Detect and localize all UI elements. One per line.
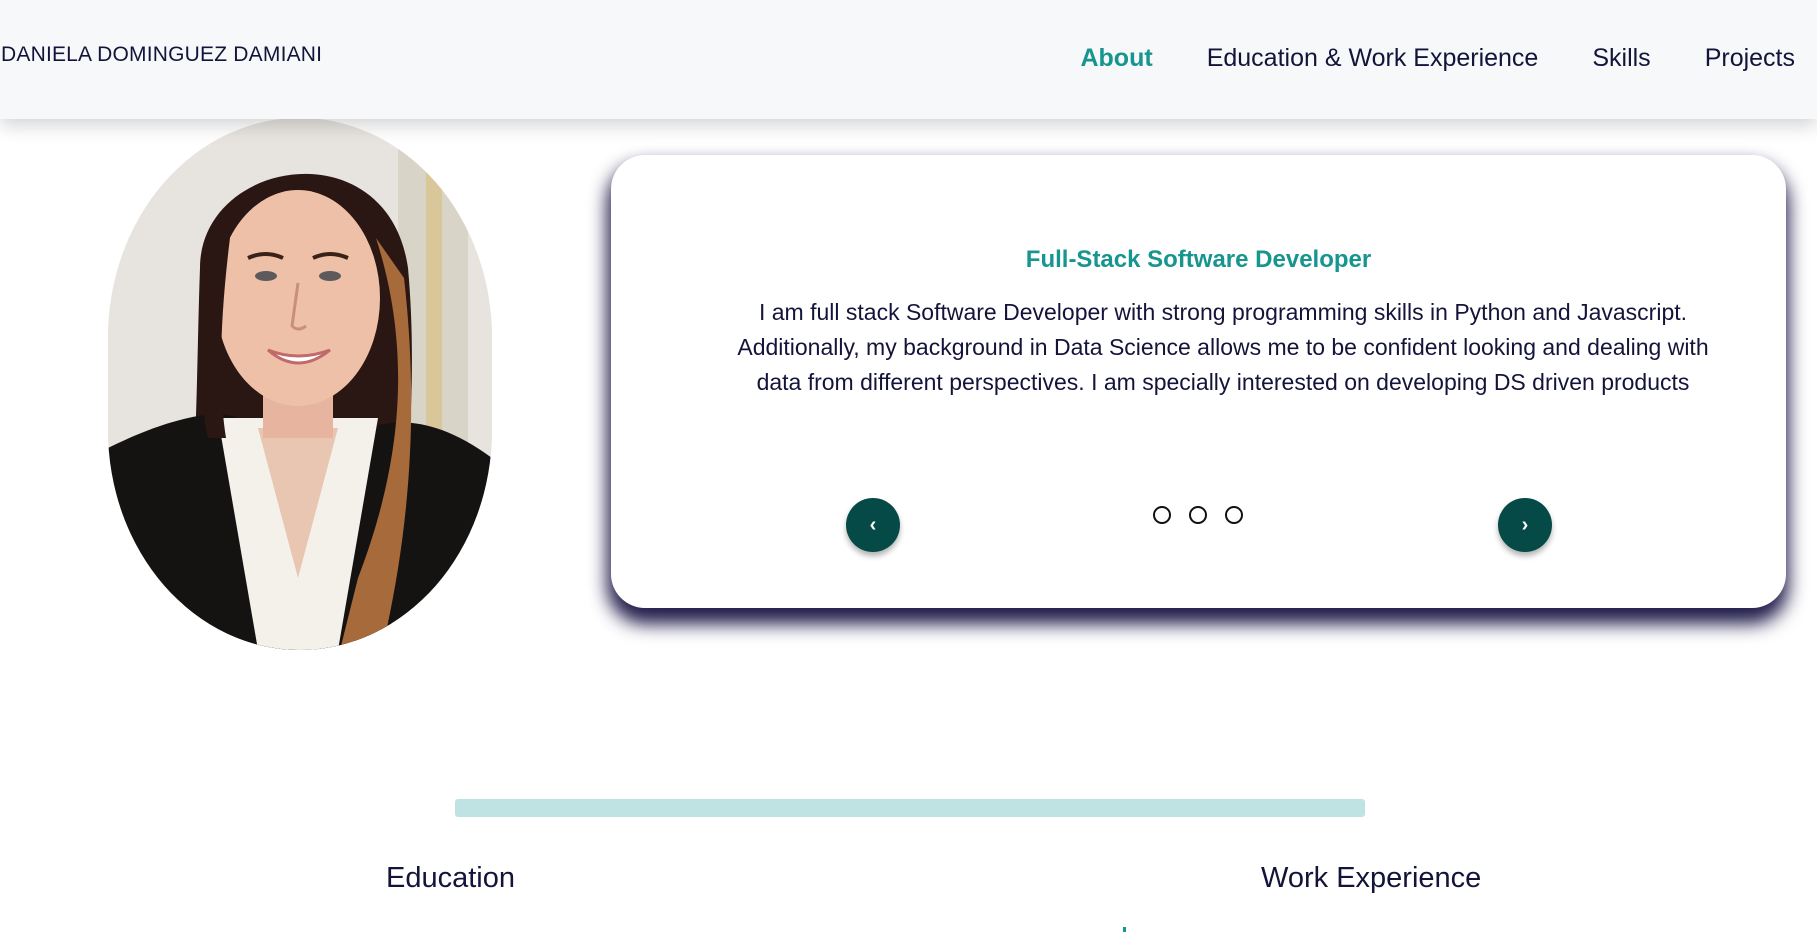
chevron-right-icon: › (1521, 513, 1529, 536)
chevron-left-icon: ‹ (869, 513, 877, 536)
timeline-line (1123, 927, 1126, 932)
carousel-dot-1[interactable] (1153, 506, 1171, 524)
site-brand[interactable]: DANIELA DOMINGUEZ DAMIANI (1, 43, 322, 67)
card-description: I am full stack Software Developer with … (737, 299, 1709, 395)
carousel-prev-button[interactable]: ‹ (846, 498, 900, 552)
carousel-dot-3[interactable] (1225, 506, 1243, 524)
nav-menu: About Education & Work Experience Skills… (1080, 44, 1795, 73)
nav-link-skills[interactable]: Skills (1592, 44, 1650, 73)
nav-link-about[interactable]: About (1080, 44, 1152, 73)
card-title: Full-Stack Software Developer (1025, 246, 1372, 273)
carousel-dot-2[interactable] (1189, 506, 1207, 524)
profile-photo-illustration (108, 118, 492, 650)
carousel-next-button[interactable]: › (1498, 498, 1552, 552)
nav-link-education-work[interactable]: Education & Work Experience (1207, 44, 1539, 73)
carousel-indicators (1153, 506, 1243, 524)
profile-photo (108, 118, 492, 650)
intro-carousel-card: Full-Stack Software Developer I am full … (611, 155, 1786, 608)
work-experience-heading: Work Experience (1261, 862, 1482, 894)
section-progress-bar (455, 799, 1365, 817)
navbar: DANIELA DOMINGUEZ DAMIANI About Educatio… (0, 0, 1817, 119)
nav-link-projects[interactable]: Projects (1705, 44, 1795, 73)
education-heading: Education (386, 862, 515, 894)
